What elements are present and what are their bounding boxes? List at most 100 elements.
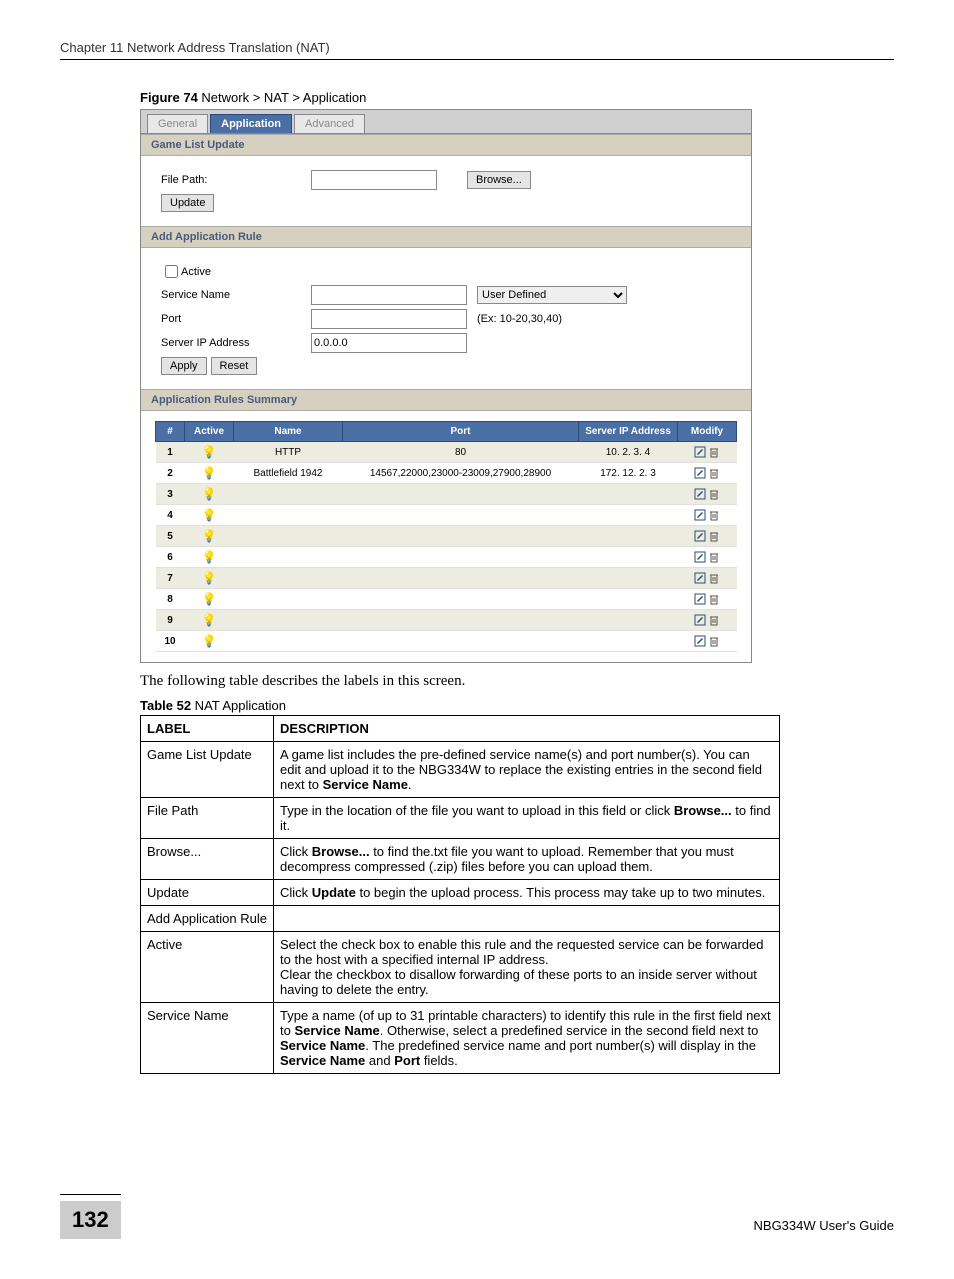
delete-icon[interactable] (708, 530, 720, 542)
edit-icon[interactable] (694, 635, 706, 647)
cell-port (343, 631, 579, 652)
desc-row: UpdateClick Update to begin the upload p… (141, 880, 780, 906)
delete-icon[interactable] (708, 551, 720, 563)
cell-ip (579, 568, 678, 589)
edit-icon[interactable] (694, 467, 706, 479)
cell-port (343, 526, 579, 547)
edit-icon[interactable] (694, 614, 706, 626)
table-caption-text: NAT Application (191, 698, 286, 713)
edit-icon[interactable] (694, 530, 706, 542)
browse-button[interactable]: Browse... (467, 171, 531, 189)
desc-label: File Path (141, 798, 274, 839)
cell-active: 💡 (185, 547, 234, 568)
tab-general[interactable]: General (147, 114, 208, 133)
delete-icon[interactable] (708, 614, 720, 626)
cell-name (234, 547, 343, 568)
cell-num: 9 (156, 610, 185, 631)
delete-icon[interactable] (708, 488, 720, 500)
desc-row: File PathType in the location of the fil… (141, 798, 780, 839)
cell-modify (678, 526, 737, 547)
table-row: 8💡 (156, 589, 737, 610)
desc-th-label: LABEL (141, 716, 274, 742)
delete-icon[interactable] (708, 593, 720, 605)
cell-modify (678, 505, 737, 526)
bulb-icon: 💡 (202, 487, 217, 501)
edit-icon[interactable] (694, 593, 706, 605)
tab-application[interactable]: Application (210, 114, 292, 133)
table-row: 7💡 (156, 568, 737, 589)
desc-row: Service NameType a name (of up to 31 pri… (141, 1003, 780, 1074)
cell-name (234, 568, 343, 589)
cell-ip (579, 589, 678, 610)
update-button[interactable]: Update (161, 194, 214, 212)
cell-port (343, 547, 579, 568)
cell-ip (579, 610, 678, 631)
cell-ip: 172. 12. 2. 3 (579, 463, 678, 484)
cell-ip (579, 505, 678, 526)
table-caption-bold: Table 52 (140, 698, 191, 713)
bulb-icon: 💡 (202, 550, 217, 564)
game-list-body: File Path: Browse... Update (141, 156, 751, 226)
th-active: Active (185, 422, 234, 442)
desc-text: A game list includes the pre-defined ser… (274, 742, 780, 798)
cell-ip: 10. 2. 3. 4 (579, 442, 678, 463)
desc-row: ActiveSelect the check box to enable thi… (141, 932, 780, 1003)
service-name-label: Service Name (161, 289, 311, 301)
cell-modify (678, 547, 737, 568)
th-name: Name (234, 422, 343, 442)
reset-button[interactable]: Reset (211, 357, 258, 375)
edit-icon[interactable] (694, 572, 706, 584)
cell-ip (579, 484, 678, 505)
service-name-select[interactable]: User Defined (477, 286, 627, 304)
desc-label: Browse... (141, 839, 274, 880)
cell-active: 💡 (185, 484, 234, 505)
delete-icon[interactable] (708, 446, 720, 458)
section-add-rule: Add Application Rule (141, 226, 751, 248)
desc-text: Type in the location of the file you wan… (274, 798, 780, 839)
cell-active: 💡 (185, 631, 234, 652)
active-checkbox[interactable] (165, 265, 178, 278)
table-caption: Table 52 NAT Application (140, 698, 894, 713)
server-ip-input[interactable] (311, 333, 467, 353)
section-summary: Application Rules Summary (141, 389, 751, 411)
cell-port (343, 484, 579, 505)
table-row: 6💡 (156, 547, 737, 568)
cell-modify (678, 589, 737, 610)
delete-icon[interactable] (708, 635, 720, 647)
service-name-input[interactable] (311, 285, 467, 305)
delete-icon[interactable] (708, 467, 720, 479)
cell-name: HTTP (234, 442, 343, 463)
edit-icon[interactable] (694, 488, 706, 500)
file-path-input[interactable] (311, 170, 437, 190)
delete-icon[interactable] (708, 572, 720, 584)
cell-num: 2 (156, 463, 185, 484)
delete-icon[interactable] (708, 509, 720, 521)
tab-bar: General Application Advanced (141, 110, 751, 134)
cell-port: 14567,22000,23000-23009,27900,28900 (343, 463, 579, 484)
th-num: # (156, 422, 185, 442)
port-input[interactable] (311, 309, 467, 329)
rules-table: # Active Name Port Server IP Address Mod… (155, 421, 737, 652)
th-modify: Modify (678, 422, 737, 442)
file-path-label: File Path: (161, 174, 311, 186)
bulb-icon: 💡 (202, 592, 217, 606)
apply-button[interactable]: Apply (161, 357, 207, 375)
th-port: Port (343, 422, 579, 442)
edit-icon[interactable] (694, 551, 706, 563)
edit-icon[interactable] (694, 446, 706, 458)
cell-num: 8 (156, 589, 185, 610)
port-hint: (Ex: 10-20,30,40) (477, 313, 562, 325)
th-server-ip: Server IP Address (579, 422, 678, 442)
app-window: General Application Advanced Game List U… (140, 109, 752, 663)
cell-modify (678, 442, 737, 463)
description-table: LABEL DESCRIPTION Game List UpdateA game… (140, 715, 780, 1074)
cell-name (234, 589, 343, 610)
table-row: 5💡 (156, 526, 737, 547)
tab-advanced[interactable]: Advanced (294, 114, 365, 133)
add-rule-body: Active Service Name User Defined Port (E… (141, 248, 751, 389)
desc-label: Game List Update (141, 742, 274, 798)
edit-icon[interactable] (694, 509, 706, 521)
table-row: 9💡 (156, 610, 737, 631)
cell-active: 💡 (185, 505, 234, 526)
cell-port (343, 610, 579, 631)
